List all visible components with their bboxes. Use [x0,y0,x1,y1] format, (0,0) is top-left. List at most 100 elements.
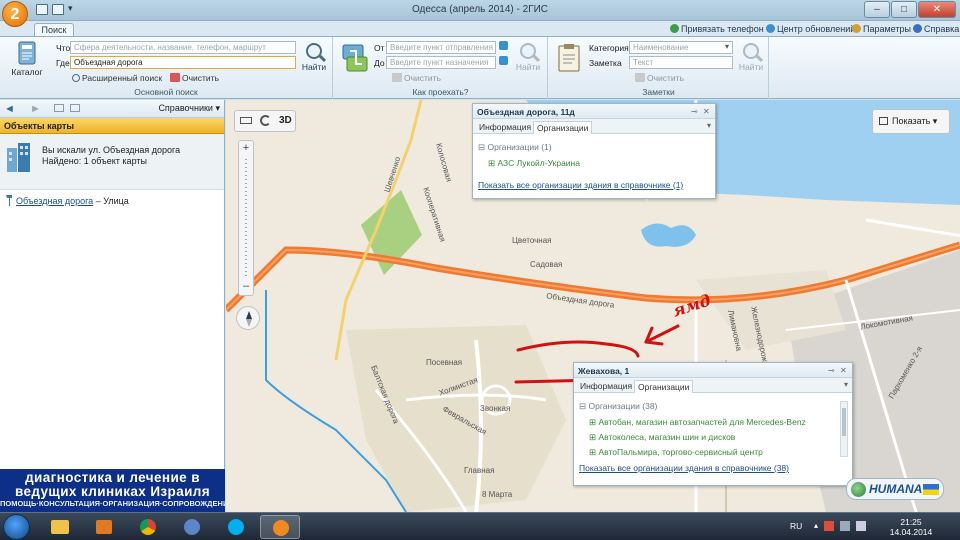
map-view[interactable]: 3D + – Показать ▾ Шевченко Колосовая Коо… [226,100,960,512]
org-section[interactable]: ⊟ Организации (38) [579,401,657,412]
eraser-icon [635,73,645,82]
where-input[interactable]: Объездная дорога [70,56,296,69]
ruler-icon[interactable] [240,117,252,124]
tab-info[interactable]: Информация [577,380,635,393]
3d-mode-button[interactable]: 3D [279,115,292,126]
search-result-summary: Вы искали ул. Объездная дорога Найдено: … [0,134,224,190]
forward-arrow-icon[interactable]: ► [30,103,41,115]
zoom-in-button[interactable]: + [240,142,252,154]
what-input[interactable]: Сфера деятельности, название, телефон, м… [70,41,296,54]
minimize-panel-icon[interactable] [54,104,64,112]
to-input[interactable]: Введите пункт назначения [386,56,496,69]
result-street-item[interactable]: Объездная дорога – Улица [6,195,129,206]
back-arrow-icon[interactable]: ◄ [4,103,15,115]
clock[interactable]: 21:25 14.04.2014 [886,517,936,537]
find-button[interactable]: Найти [300,41,328,75]
clear-search-button[interactable]: Очистить [170,73,219,83]
flag-tray-icon[interactable] [824,521,835,531]
street-link[interactable]: Объездная дорога [16,196,93,206]
taskbar-app[interactable] [172,515,212,539]
group-notes: Категория Наименование ▾ Заметка Текст О… [549,37,769,99]
globe-icon [851,482,866,497]
catalog-button[interactable]: Каталог [8,41,46,83]
minimize-button[interactable]: – [864,1,890,18]
street-label: 8 Марта [482,490,513,499]
ad-banner[interactable]: диагностика и лечение в ведущих клиниках… [0,469,233,512]
category-label: Категория [589,43,629,53]
tab-organizations[interactable]: Организации [634,380,694,393]
chevron-down-icon[interactable]: ▾ [844,380,848,389]
restore-panel-icon[interactable] [70,104,80,112]
volume-icon[interactable] [856,521,867,531]
close-icon[interactable]: ✕ [840,366,847,375]
link-update-center[interactable]: Центр обновлений [766,24,855,34]
org-item[interactable]: ⊞ АвтоПальмира, торгово-сервисный центр [589,447,763,457]
link-help[interactable]: Справка [913,24,959,34]
street-label: Посевная [426,358,463,367]
close-icon[interactable]: ✕ [703,107,710,116]
left-panel: ◄ ► Справочники ▾ Объекты карты Вы искал… [0,100,233,512]
show-layers-button[interactable]: Показать ▾ [872,109,950,134]
tab-organizations[interactable]: Организации [533,121,593,134]
pin-icon[interactable]: ⊸ [828,366,835,375]
app-logo[interactable]: 2 [2,1,28,27]
building-popup-2[interactable]: Жевахова, 1 ⊸ ✕ Информация Организации ▾… [573,362,853,486]
street-label: Цветочная [512,236,552,245]
start-button[interactable] [3,514,30,540]
flag-icon [923,484,939,495]
taskbar-skype[interactable] [216,515,256,539]
directories-dropdown[interactable]: Справочники ▾ [158,103,220,114]
link-bind-phone[interactable]: Привязать телефон [670,24,764,34]
where-label: Где [56,58,70,68]
note-input[interactable]: Текст [629,56,733,69]
chevron-down-icon[interactable]: ▾ [725,42,729,51]
popup-scrollbar[interactable] [840,401,848,457]
pin-icon[interactable]: ⊸ [691,107,698,116]
network-icon[interactable] [840,521,851,531]
from-input[interactable]: Введите пункт отправления [386,41,496,54]
close-button[interactable]: ✕ [918,1,956,18]
compass-mode-icon[interactable] [260,115,271,126]
tray-icons[interactable]: ▴ [814,521,878,533]
eraser-icon [392,73,402,82]
show-all-orgs-link[interactable]: Показать все организации здания в справо… [579,463,789,473]
advanced-search-button[interactable]: Расширенный поиск [72,73,162,83]
tab-info[interactable]: Информация [476,121,534,134]
building-popup-1[interactable]: Объездная дорога, 11д ⊸ ✕ Информация Орг… [472,103,716,199]
from-label: От [374,43,385,53]
org-item[interactable]: ⊞ Автоколеса, магазин шин и дисков [589,432,735,443]
compass-icon[interactable] [236,306,260,330]
link-settings[interactable]: Параметры [852,24,911,34]
update-icon [766,24,775,33]
group-route: От Введите пункт отправления До Введите … [334,37,548,99]
find-route-button[interactable]: Найти [514,41,542,75]
from-pin-icon[interactable] [499,41,508,50]
taskbar-explorer[interactable] [40,515,80,539]
search-small-icon [72,74,80,82]
group-main-search: Каталог Что Сфера деятельности, название… [0,37,333,99]
taskbar-2gis[interactable] [260,515,300,539]
popup-tabs: Информация Организации ▾ [574,378,852,393]
org-item[interactable]: ⊞ Автобан, магазин автозапчастей для Mer… [589,417,806,428]
maximize-button[interactable]: □ [891,1,917,18]
clear-route-button[interactable]: Очистить [392,73,441,83]
zoom-out-button[interactable]: – [240,281,252,293]
app-icon [184,519,200,535]
org-item[interactable]: ⊞ АЗС Лукойл-Украина [488,158,580,169]
gear-icon [852,24,861,33]
org-section[interactable]: ⊟ Организации (1) [478,142,552,153]
taskbar-media[interactable] [84,515,124,539]
zoom-slider[interactable] [245,159,247,277]
magnifier-icon [743,43,759,59]
to-label: До [374,58,385,68]
category-select[interactable]: Наименование [629,41,733,54]
chevron-up-icon[interactable]: ▴ [814,521,818,533]
to-pin-icon[interactable] [499,56,508,65]
show-all-orgs-link[interactable]: Показать все организации здания в справо… [478,180,683,190]
clear-notes-button[interactable]: Очистить [635,73,684,83]
chevron-down-icon[interactable]: ▾ [707,121,711,130]
window-title: Одесса (апрель 2014) - 2ГИС [411,4,549,15]
taskbar-chrome[interactable] [128,515,168,539]
language-indicator[interactable]: RU [790,521,802,531]
find-notes-button[interactable]: Найти [737,41,765,75]
